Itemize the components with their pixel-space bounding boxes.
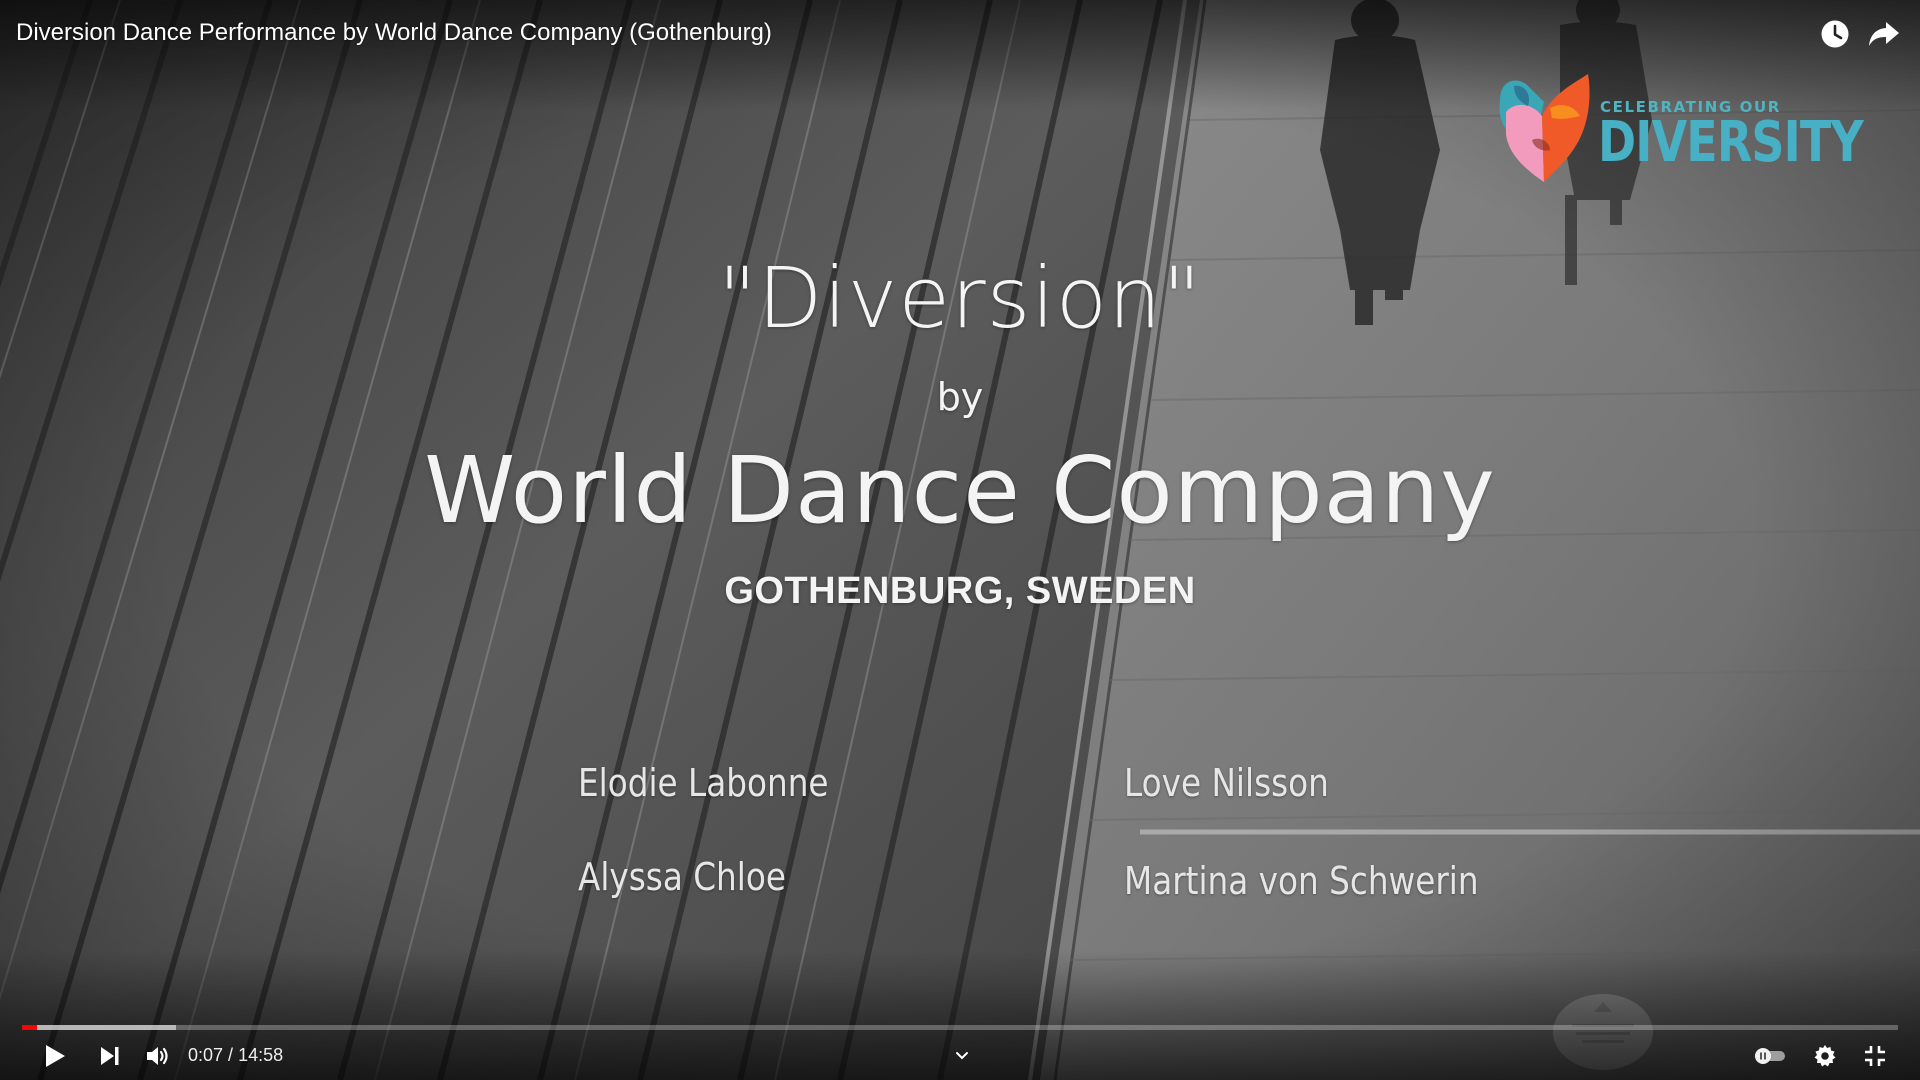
video-title[interactable]: Diversion Dance Performance by World Dan… <box>16 18 772 48</box>
play-button[interactable] <box>38 1038 72 1074</box>
current-time: 0:07 <box>188 1045 224 1065</box>
company-location: GOTHENBURG, SWEDEN <box>724 570 1196 612</box>
company-name: World Dance Company <box>424 437 1496 544</box>
duration: 14:58 <box>238 1045 284 1065</box>
next-icon <box>101 1047 119 1065</box>
dancer-name: Alyssa Chloe <box>578 855 786 899</box>
watch-later-button[interactable] <box>1815 14 1855 54</box>
performance-by: by <box>936 375 984 419</box>
exit-fullscreen-icon <box>1865 1046 1885 1066</box>
share-icon <box>1869 22 1899 46</box>
next-button[interactable] <box>94 1038 126 1074</box>
brand-logo: CELEBRATING OUR DIVERSITY <box>1492 72 1864 192</box>
settings-button[interactable] <box>1808 1038 1842 1074</box>
dancer-name: Elodie Labonne <box>578 761 829 805</box>
time-separator: / <box>223 1045 239 1065</box>
volume-icon <box>147 1047 168 1065</box>
progress-buffered <box>22 1025 176 1030</box>
chevron-down-icon <box>956 1052 968 1060</box>
exit-fullscreen-button[interactable] <box>1858 1038 1892 1074</box>
video-player[interactable]: Diversion Dance Performance by World Dan… <box>0 0 1920 1080</box>
volume-button[interactable] <box>142 1038 176 1074</box>
autoplay-toggle-icon <box>1755 1048 1785 1064</box>
chapters-chevron-button[interactable] <box>950 1038 974 1074</box>
brand-wordmark: DIVERSITY <box>1598 110 1864 175</box>
watch-later-icon <box>1821 20 1849 48</box>
diversity-heart-icon <box>1499 74 1590 182</box>
dancer-name: Martina von Schwerin <box>1124 859 1479 903</box>
time-display: 0:07 / 14:58 <box>188 1043 283 1067</box>
progress-played <box>22 1025 37 1030</box>
settings-gear-icon <box>1814 1045 1836 1067</box>
dancer-name: Love Nilsson <box>1124 761 1329 805</box>
autoplay-toggle[interactable] <box>1750 1038 1790 1074</box>
progress-bar[interactable] <box>22 1025 1898 1030</box>
play-icon <box>46 1045 65 1067</box>
share-button[interactable] <box>1864 14 1904 54</box>
performance-title: "Diversion" <box>718 249 1202 347</box>
